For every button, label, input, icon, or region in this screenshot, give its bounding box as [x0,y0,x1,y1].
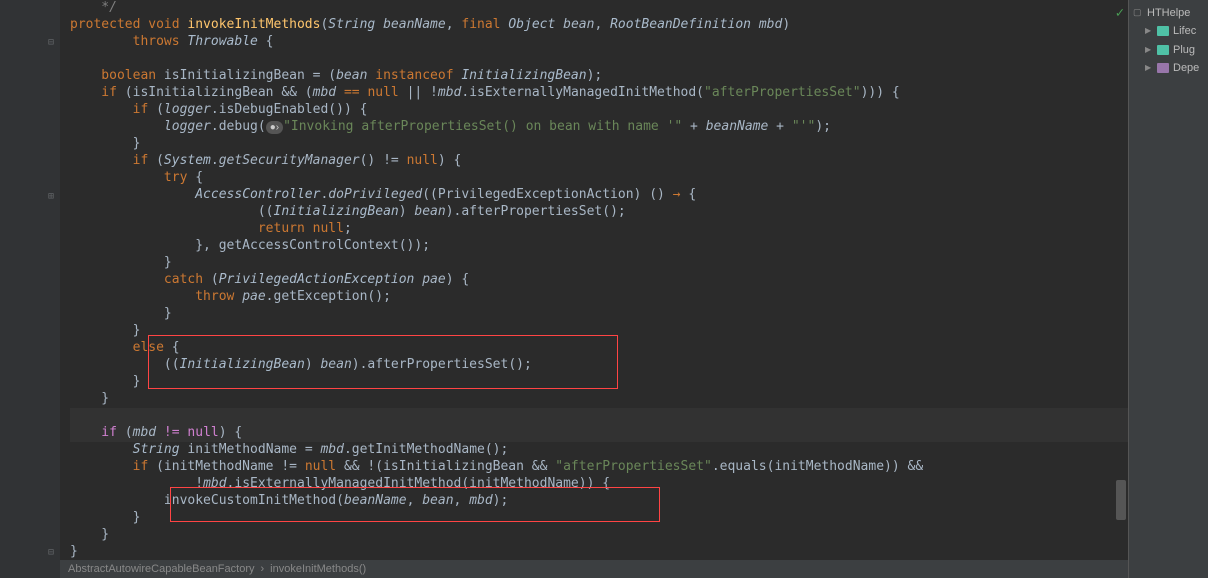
folder-icon [1157,45,1169,55]
fold-marker-icon[interactable]: ⊟ [48,546,54,559]
sidebar-item-label: Lifec [1173,24,1196,38]
scrollbar-thumb[interactable] [1116,480,1126,520]
inspection-ok-icon[interactable]: ✓ [1116,4,1124,22]
breadcrumb: AbstractAutowireCapableBeanFactory › inv… [60,560,1128,578]
sidebar-item-plugins[interactable]: ▶ Plug [1131,41,1206,59]
fold-marker-icon[interactable]: ⊞ [48,190,54,203]
breadcrumb-method[interactable]: invokeInitMethods() [270,562,366,576]
box-icon: ▢ [1133,7,1143,19]
method-declaration: invokeInitMethods [187,17,320,32]
sidebar-item-label: Plug [1173,43,1195,57]
sidebar-header-label: HTHelpe [1147,6,1190,20]
sidebar-item-lifecycle[interactable]: ▶ Lifec [1131,22,1206,40]
editor-gutter: ⊟ ⊞ ⊟ [0,0,60,578]
fold-marker-icon[interactable]: ⊟ [48,36,54,49]
breadcrumb-class[interactable]: AbstractAutowireCapableBeanFactory [68,562,254,576]
chevron-right-icon: ▶ [1145,26,1153,36]
comment: */ [70,0,117,15]
debug-badge-icon: ●› [266,121,283,134]
project-sidebar: ▢ HTHelpe ▶ Lifec ▶ Plug ▶ Depe [1128,0,1208,578]
breadcrumb-separator-icon: › [260,562,264,576]
sidebar-item-label: Depe [1173,61,1199,75]
sidebar-header[interactable]: ▢ HTHelpe [1131,4,1206,22]
chevron-right-icon: ▶ [1145,45,1153,55]
sidebar-item-dependencies[interactable]: ▶ Depe [1131,59,1206,77]
chevron-right-icon: ▶ [1145,63,1153,73]
code-editor[interactable]: */ protected void invokeInitMethods(Stri… [60,0,1128,578]
folder-icon [1157,63,1169,73]
folder-icon [1157,26,1169,36]
